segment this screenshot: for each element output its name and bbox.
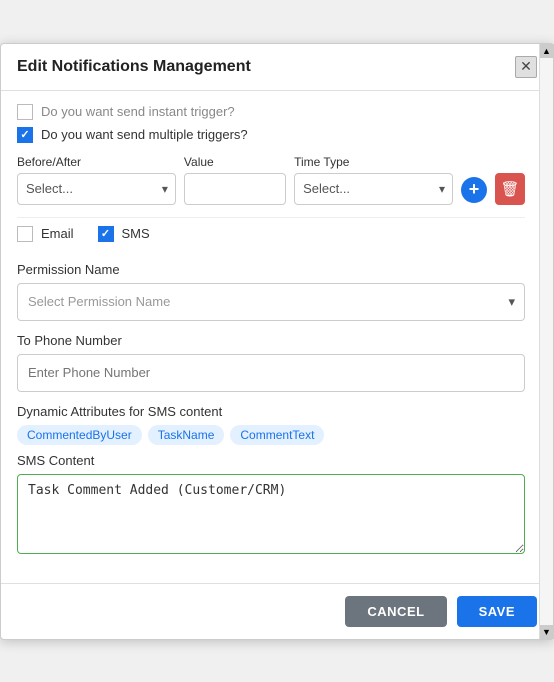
separator-1 <box>17 217 525 218</box>
channel-options-row: Email SMS <box>17 226 525 250</box>
edit-notifications-modal: Edit Notifications Management ✕ Do you w… <box>0 43 554 640</box>
modal-title: Edit Notifications Management <box>17 58 251 76</box>
dynamic-attrs-tags: CommentedByUser TaskName CommentText <box>17 425 525 445</box>
before-after-select[interactable]: Select... <box>17 173 176 205</box>
multiple-triggers-label: Do you want send multiple triggers? <box>41 127 248 142</box>
instant-trigger-label: Do you want send instant trigger? <box>41 104 235 119</box>
dynamic-attrs-label: Dynamic Attributes for SMS content <box>17 404 525 419</box>
email-label: Email <box>41 226 74 241</box>
delete-trigger-button[interactable]: 🗑 <box>495 173 525 205</box>
sms-label: SMS <box>122 226 150 241</box>
time-type-select[interactable]: Select... <box>294 173 453 205</box>
before-after-header: Before/After <box>17 155 176 169</box>
email-checkbox-row: Email <box>17 226 74 242</box>
multiple-triggers-checkbox[interactable] <box>17 127 33 143</box>
sms-content-textarea[interactable]: Task Comment Added (Customer/CRM) <box>17 474 525 554</box>
value-column: Value <box>184 155 286 205</box>
sms-checkbox-row: SMS <box>98 226 150 242</box>
before-after-select-wrapper: Select... <box>17 173 176 205</box>
time-type-select-wrapper: Select... <box>294 173 453 205</box>
scroll-up-button[interactable]: ▲ <box>540 44 554 58</box>
scrollbar-track: ▲ ▼ <box>539 44 553 639</box>
modal-header: Edit Notifications Management ✕ <box>1 44 553 91</box>
scroll-down-button[interactable]: ▼ <box>540 625 554 639</box>
cancel-button[interactable]: CANCEL <box>345 596 446 627</box>
multiple-triggers-row: Do you want send multiple triggers? <box>17 127 525 143</box>
permission-name-dropdown-wrapper: Select Permission Name <box>17 283 525 321</box>
tag-commented-by-user[interactable]: CommentedByUser <box>17 425 142 445</box>
value-header: Value <box>184 155 286 169</box>
value-input[interactable] <box>184 173 286 205</box>
modal-body: Do you want send instant trigger? Do you… <box>1 91 553 583</box>
permission-name-label: Permission Name <box>17 262 525 277</box>
phone-label: To Phone Number <box>17 333 525 348</box>
phone-input[interactable] <box>17 354 525 392</box>
close-button[interactable]: ✕ <box>515 56 537 78</box>
modal-footer: CANCEL SAVE <box>1 583 553 639</box>
instant-trigger-row: Do you want send instant trigger? <box>17 103 525 121</box>
sms-checkbox[interactable] <box>98 226 114 242</box>
sms-content-label: SMS Content <box>17 453 525 468</box>
add-trigger-button[interactable]: + <box>461 177 487 203</box>
add-delete-column: + <box>461 175 487 205</box>
tag-task-name[interactable]: TaskName <box>148 425 225 445</box>
time-type-header: Time Type <box>294 155 453 169</box>
before-after-column: Before/After Select... <box>17 155 176 205</box>
delete-column: 🗑 <box>495 173 525 205</box>
save-button[interactable]: SAVE <box>457 596 537 627</box>
time-type-column: Time Type Select... <box>294 155 453 205</box>
instant-trigger-checkbox[interactable] <box>17 104 33 120</box>
email-checkbox[interactable] <box>17 226 33 242</box>
tag-comment-text[interactable]: CommentText <box>230 425 324 445</box>
permission-name-select[interactable]: Select Permission Name <box>17 283 525 321</box>
